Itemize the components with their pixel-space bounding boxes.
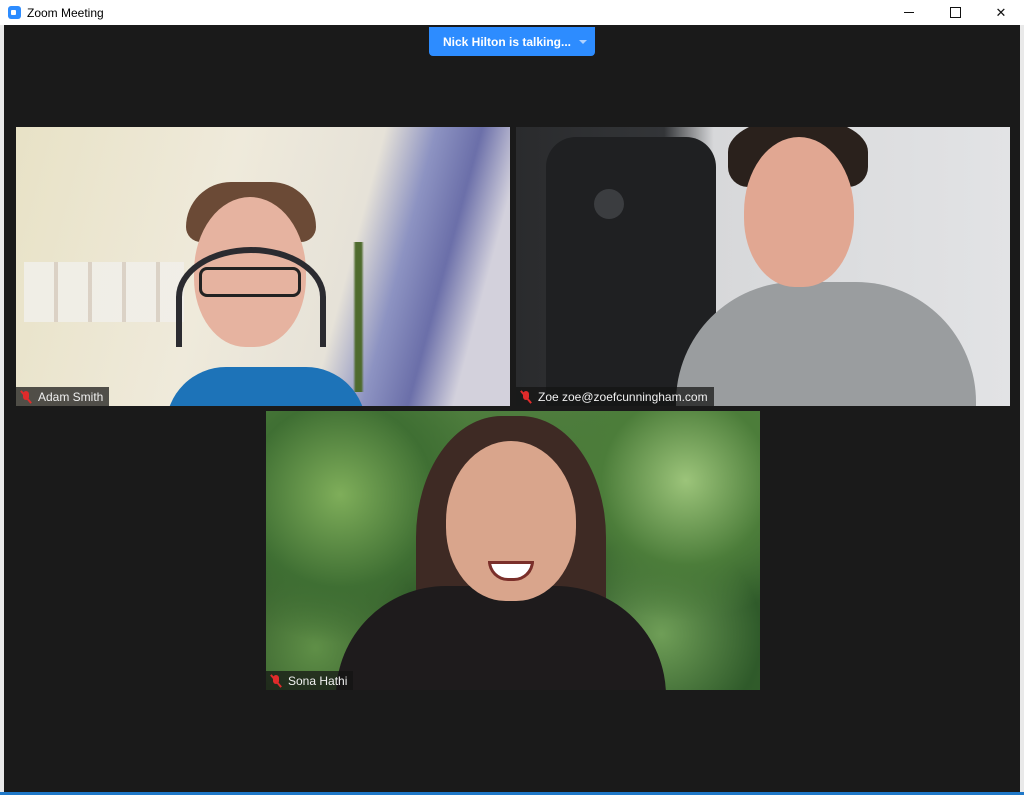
mic-muted-icon (520, 390, 532, 404)
active-speaker-label: Nick Hilton is talking... (442, 34, 572, 49)
participant-face (744, 137, 854, 287)
headset-decoration (176, 247, 326, 347)
participant-body (336, 586, 666, 690)
participant-name: Zoe zoe@zoefcunningham.com (538, 389, 708, 404)
video-tile-adam-smith[interactable]: Adam Smith (16, 127, 510, 406)
close-button[interactable] (978, 0, 1024, 25)
chevron-down-icon (579, 39, 588, 44)
active-speaker-banner[interactable]: Nick Hilton is talking... (429, 27, 595, 56)
microphone-knob-decoration (594, 189, 624, 219)
plant-decoration (331, 242, 386, 392)
zoom-app-icon (8, 6, 21, 19)
participant-name-tag: Sona Hathi (266, 671, 354, 690)
participant-name-tag: Adam Smith (16, 387, 110, 406)
video-tile-zoe[interactable]: Zoe zoe@zoefcunningham.com (516, 127, 1010, 406)
participant-body (676, 282, 976, 406)
window-title: Zoom Meeting (27, 5, 104, 20)
participant-name: Adam Smith (38, 389, 104, 404)
video-tile-sona-hathi[interactable]: Sona Hathi (266, 411, 760, 690)
title-bar[interactable]: Zoom Meeting (0, 0, 1024, 25)
mic-muted-icon (270, 674, 282, 688)
mic-muted-icon (20, 390, 32, 404)
maximize-button[interactable] (932, 0, 978, 25)
zoom-meeting-window: Zoom Meeting Nick Hilton is talking... A… (0, 0, 1024, 795)
minimize-button[interactable] (886, 0, 932, 25)
participant-name: Sona Hathi (288, 673, 348, 688)
wall-cards-decoration (24, 262, 184, 322)
participant-name-tag: Zoe zoe@zoefcunningham.com (516, 387, 714, 406)
